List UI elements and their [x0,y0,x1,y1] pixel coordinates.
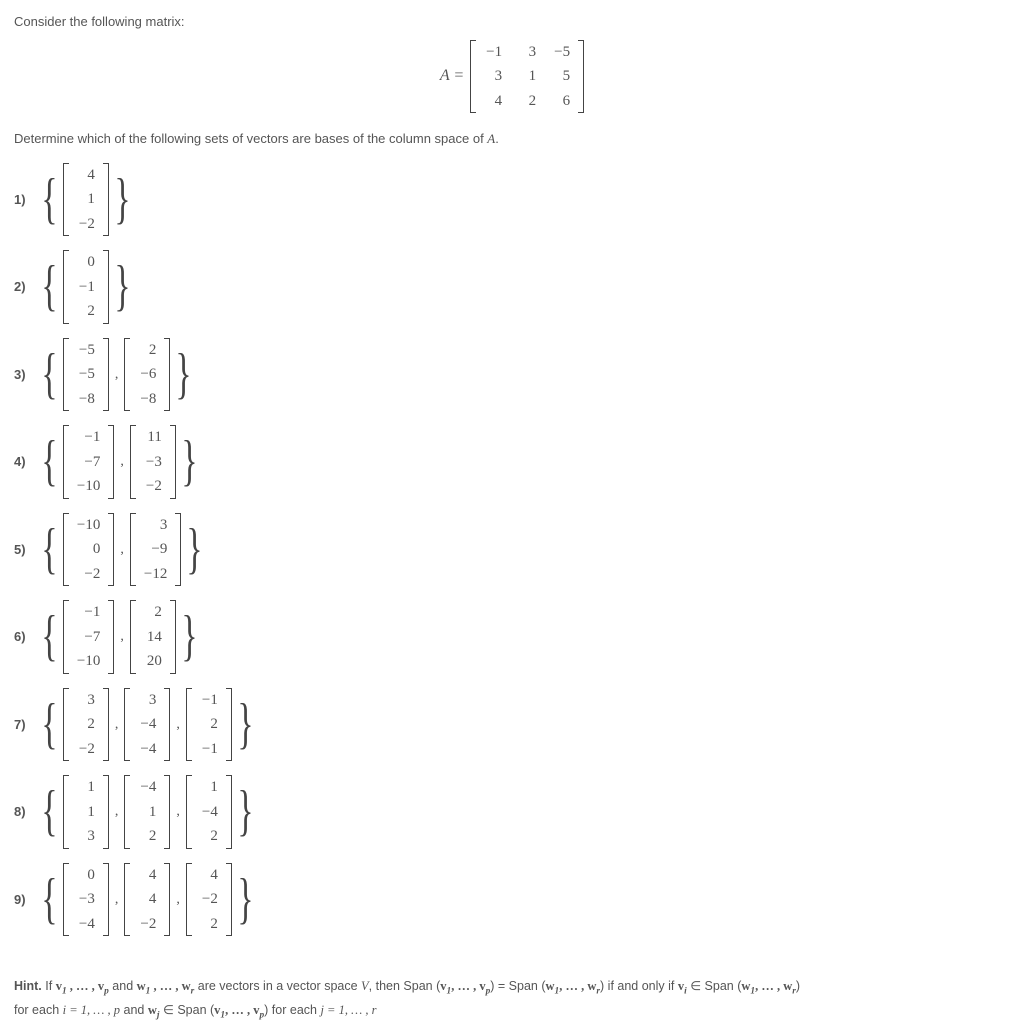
option-row: 6){−1−7−10,21420} [14,600,1010,674]
vector-set: {32−2,3−4−4,−12−1} [36,688,259,762]
option-number: 8) [14,802,36,822]
option-number: 3) [14,365,36,385]
vector-set: {−100−2,3−9−12} [36,513,208,587]
hint-label: Hint. [14,979,42,993]
vector-set: {−5−5−8,2−6−8} [36,338,197,412]
option-row: 3){−5−5−8,2−6−8} [14,338,1010,412]
vector-set: {0−3−4,44−2,4−22} [36,863,259,937]
hint-block: Hint. If v1 , … , vp and w1 , … , wr are… [14,976,1010,1023]
vector-set: {0−12} [36,250,136,324]
matrix-equation: A = −13−5 315 426 [14,40,1010,114]
column-vector: 2−6−8 [124,338,170,412]
option-number: 1) [14,190,36,210]
matrix-A: −13−5 315 426 [470,40,584,114]
column-vector: −5−5−8 [63,338,109,412]
option-number: 7) [14,715,36,735]
column-vector: 4−22 [186,863,232,937]
column-vector: 3−4−4 [124,688,170,762]
option-number: 6) [14,627,36,647]
option-row: 1){41−2} [14,163,1010,237]
column-vector: 113 [63,775,109,849]
vector-set: {−1−7−10,11−3−2} [36,425,203,499]
column-vector: −1−7−10 [63,600,114,674]
intro-text: Consider the following matrix: [14,12,1010,32]
column-vector: 3−9−12 [130,513,181,587]
option-row: 9){0−3−4,44−2,4−22} [14,863,1010,937]
option-row: 5){−100−2,3−9−12} [14,513,1010,587]
column-vector: 0−3−4 [63,863,109,937]
column-vector: 41−2 [63,163,109,237]
option-number: 2) [14,277,36,297]
column-vector: 11−3−2 [130,425,176,499]
options-list: 1){41−2}2){0−12}3){−5−5−8,2−6−8}4){−1−7−… [14,163,1010,937]
vector-set: {41−2} [36,163,136,237]
column-vector: 0−12 [63,250,109,324]
vector-set: {113,−412,1−42} [36,775,259,849]
column-vector: 1−42 [186,775,232,849]
column-vector: 32−2 [63,688,109,762]
column-vector: −12−1 [186,688,232,762]
option-number: 4) [14,452,36,472]
option-row: 7){32−2,3−4−4,−12−1} [14,688,1010,762]
vector-set: {−1−7−10,21420} [36,600,203,674]
column-vector: 44−2 [124,863,170,937]
column-vector: −100−2 [63,513,114,587]
matrix-label: A = [440,64,464,88]
option-number: 9) [14,890,36,910]
option-row: 4){−1−7−10,11−3−2} [14,425,1010,499]
prompt-text: Determine which of the following sets of… [14,129,1010,149]
column-vector: 21420 [130,600,176,674]
column-vector: −412 [124,775,170,849]
column-vector: −1−7−10 [63,425,114,499]
option-row: 8){113,−412,1−42} [14,775,1010,849]
option-number: 5) [14,540,36,560]
option-row: 2){0−12} [14,250,1010,324]
